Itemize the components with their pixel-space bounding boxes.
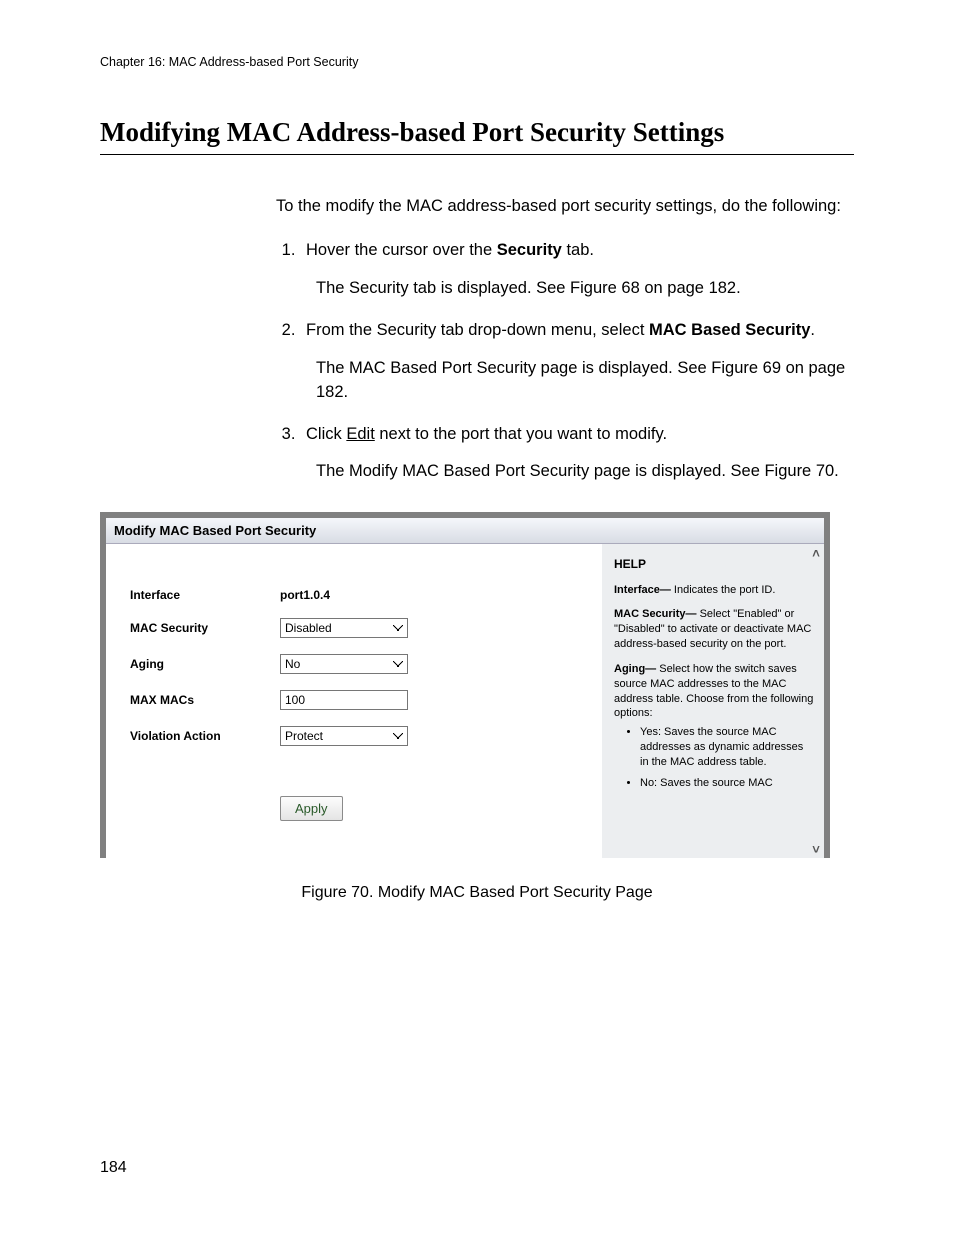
scroll-up-icon[interactable]: ˄ (808, 544, 824, 562)
figure-caption: Figure 70. Modify MAC Based Port Securit… (100, 884, 854, 902)
help-interface-bold: Interface— (614, 584, 671, 596)
step-3-pre: Click (306, 425, 346, 443)
help-title: HELP (614, 556, 814, 572)
step-2-bold: MAC Based Security (649, 321, 810, 339)
mac-security-label: MAC Security (130, 621, 280, 635)
panel-title: Modify MAC Based Port Security (106, 518, 824, 544)
step-2-after: The MAC Based Port Security page is disp… (316, 357, 854, 405)
step-1-post: tab. (562, 241, 594, 259)
page-number: 184 (100, 1159, 127, 1177)
step-1-after: The Security tab is displayed. See Figur… (316, 277, 854, 301)
figure-screenshot: Modify MAC Based Port Security Interface… (100, 512, 830, 858)
step-3: Click Edit next to the port that you wan… (300, 423, 854, 485)
aging-select[interactable]: No (280, 654, 408, 674)
step-1-bold: Security (497, 241, 562, 259)
violation-action-select[interactable]: Protect (280, 726, 408, 746)
interface-label: Interface (130, 588, 280, 602)
step-3-after: The Modify MAC Based Port Security page … (316, 460, 854, 484)
step-2-post: . (810, 321, 815, 339)
apply-button[interactable]: Apply (280, 796, 343, 821)
section-title: Modifying MAC Address-based Port Securit… (100, 117, 854, 155)
scroll-down-icon[interactable]: ˅ (808, 840, 824, 858)
max-macs-label: MAX MACs (130, 693, 280, 707)
step-1-pre: Hover the cursor over the (306, 241, 497, 259)
interface-value: port1.0.4 (280, 588, 330, 602)
help-aging-bold: Aging— (614, 663, 656, 675)
step-1: Hover the cursor over the Security tab. … (300, 239, 854, 301)
help-interface-text: Indicates the port ID. (671, 584, 776, 596)
aging-label: Aging (130, 657, 280, 671)
chapter-header: Chapter 16: MAC Address-based Port Secur… (100, 55, 854, 69)
violation-action-label: Violation Action (130, 729, 280, 743)
help-aging: Aging— Select how the switch saves sourc… (614, 662, 814, 791)
step-2: From the Security tab drop-down menu, se… (300, 319, 854, 405)
mac-security-select[interactable]: Disabled (280, 618, 408, 638)
help-mac-security: MAC Security— Select "Enabled" or "Disab… (614, 607, 814, 652)
step-3-post: next to the port that you want to modify… (375, 425, 667, 443)
max-macs-input[interactable]: 100 (280, 690, 408, 710)
help-interface: Interface— Indicates the port ID. (614, 583, 814, 598)
help-bullet-yes: Yes: Saves the source MAC addresses as d… (640, 725, 814, 770)
step-3-underline: Edit (346, 425, 374, 443)
step-2-pre: From the Security tab drop-down menu, se… (306, 321, 649, 339)
help-mac-security-bold: MAC Security— (614, 608, 697, 620)
help-panel: ˄ HELP Interface— Indicates the port ID.… (602, 544, 824, 858)
help-bullet-no: No: Saves the source MAC (640, 776, 814, 791)
intro-text: To the modify the MAC address-based port… (276, 195, 854, 219)
